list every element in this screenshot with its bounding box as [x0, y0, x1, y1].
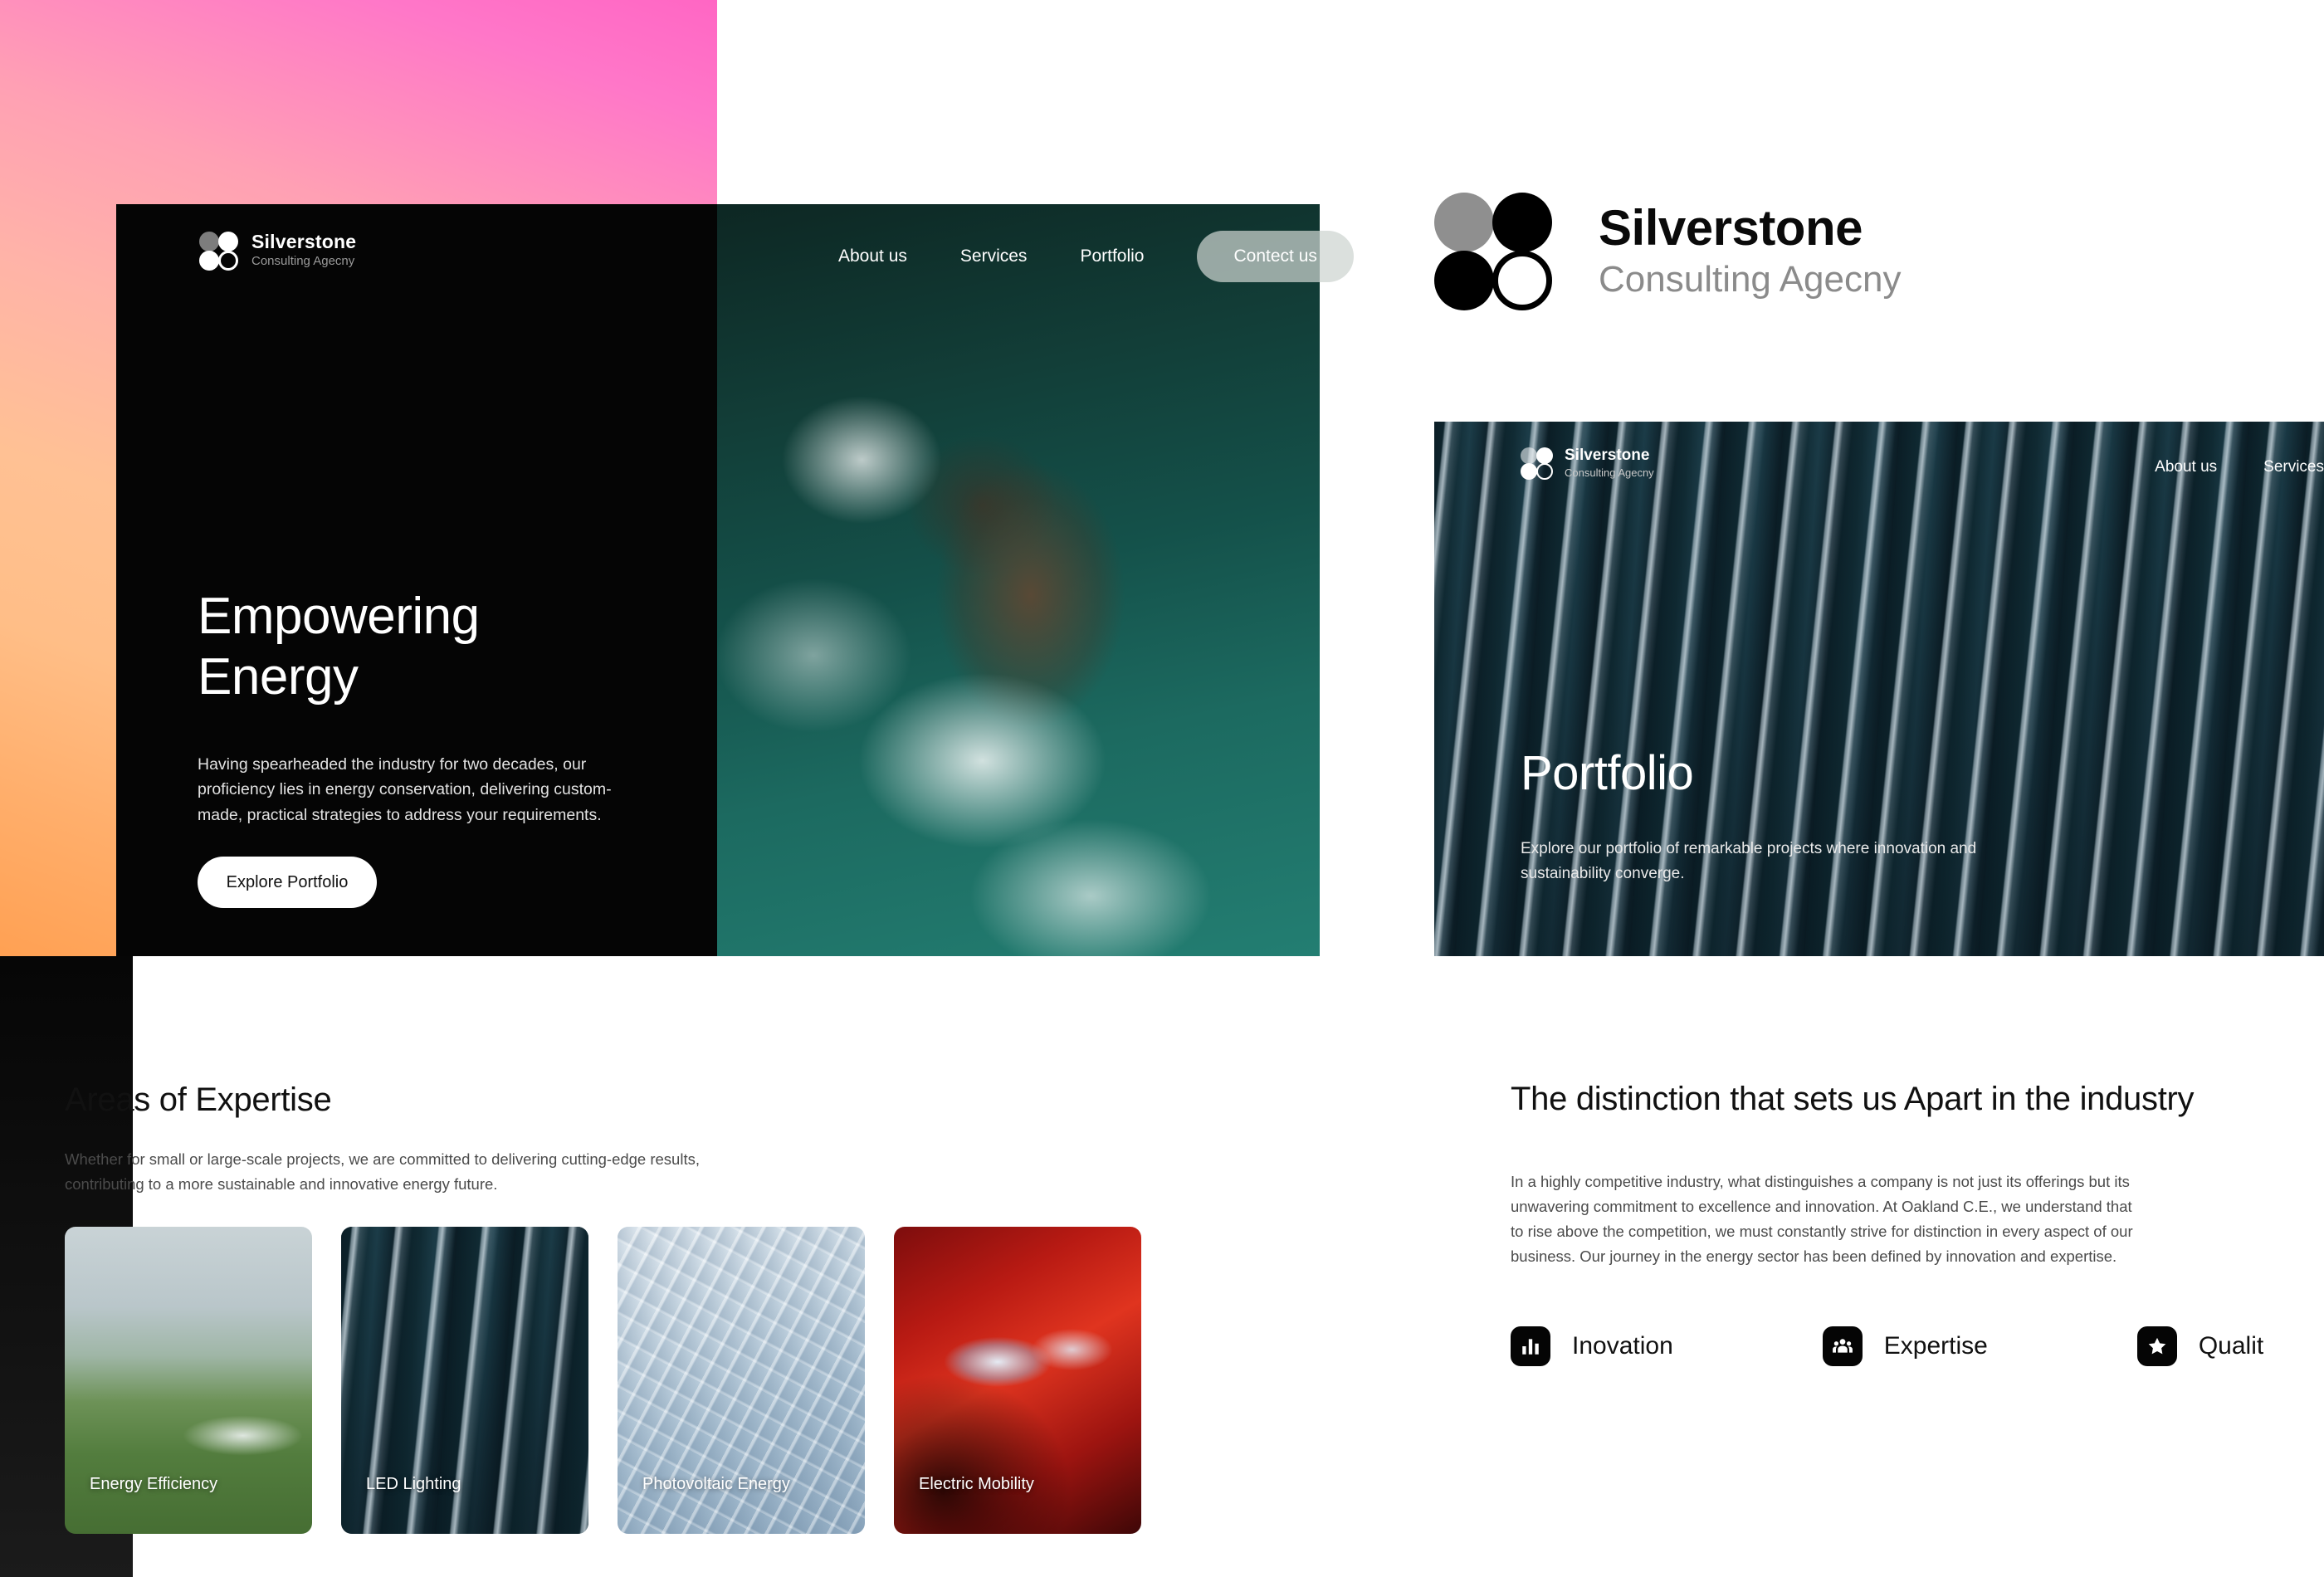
expertise-heading: Areas of Expertise — [65, 1081, 332, 1118]
expertise-paragraph: Whether for small or large-scale project… — [65, 1150, 700, 1193]
nav-item-portfolio[interactable]: Portfolio — [1080, 247, 1144, 266]
hero-brand-lockup[interactable]: Silverstone Consulting Agecny — [199, 231, 357, 271]
distinction-heading: The distinction that sets us Apart in th… — [1511, 1081, 2195, 1117]
star-icon — [2136, 1326, 2177, 1366]
portfolio-paragraph: Explore our portfolio of remarkable proj… — [1521, 840, 1977, 883]
portfolio-brand-lockup[interactable]: Silverstone Consulting Agecny — [1521, 447, 1654, 481]
hero-ocean-photo — [717, 204, 1320, 956]
people-group-icon — [1822, 1326, 1863, 1366]
nav-item-about-us[interactable]: About us — [2155, 458, 2217, 476]
hero-dark-panel: Silverstone Consulting Agecny — [116, 204, 717, 956]
portfolio-hero-panel: Silverstone Consulting Agecny About us S… — [1434, 422, 2324, 956]
feature-item[interactable]: Qualit — [2136, 1326, 2264, 1366]
feature-label: Inovation — [1572, 1332, 1673, 1360]
design-collage-canvas: Silverstone Consulting Agecny Empowering… — [0, 0, 2324, 1577]
nav-item-services[interactable]: Services — [960, 247, 1028, 266]
bar-chart-icon — [1511, 1326, 1550, 1366]
feature-label: Expertise — [1883, 1332, 1988, 1360]
expertise-card[interactable]: Electric Mobility — [894, 1227, 1141, 1534]
brand-name: Silverstone — [251, 231, 357, 252]
brand-tagline: Consulting Agecny — [1599, 259, 1902, 300]
expertise-card[interactable]: Photovoltaic Energy — [618, 1227, 865, 1534]
expertise-card[interactable]: LED Lighting — [341, 1227, 588, 1534]
portfolio-navigation[interactable]: About us Services — [2155, 458, 2324, 476]
brand-lockup-large: Silverstone Consulting Agecny — [1434, 193, 1901, 310]
nav-item-about-us[interactable]: About us — [838, 247, 907, 266]
expertise-card-list: Energy Efficiency LED Lighting Photovolt… — [65, 1227, 1141, 1534]
feature-item[interactable]: Inovation — [1511, 1326, 1673, 1366]
hero-title: Empowering Energy — [198, 588, 480, 706]
explore-portfolio-button[interactable]: Explore Portfolio — [198, 857, 377, 908]
nav-item-services[interactable]: Services — [2263, 458, 2324, 476]
brand-tagline: Consulting Agecny — [251, 254, 355, 269]
distinction-paragraph: In a highly competitive industry, what d… — [1511, 1173, 2133, 1265]
brand-name: Silverstone — [1565, 447, 1650, 464]
brand-tagline: Consulting Agecny — [1565, 466, 1654, 479]
expertise-card-label: Electric Mobility — [919, 1475, 1034, 1493]
contact-us-button[interactable]: Contect us — [1197, 231, 1354, 282]
ocean-waves-image — [717, 204, 1320, 956]
expertise-card-label: LED Lighting — [366, 1475, 461, 1493]
feature-label: Qualit — [2198, 1332, 2264, 1360]
portfolio-title: Portfolio — [1521, 746, 1694, 800]
distinction-panel: The distinction that sets us Apart in th… — [1434, 956, 2324, 1577]
distinction-feature-list: Inovation Expertise Qualit — [1511, 1326, 2263, 1366]
silverstone-logo-icon — [1434, 193, 1552, 310]
expertise-card[interactable]: Energy Efficiency — [65, 1227, 312, 1534]
brand-name: Silverstone — [1599, 199, 1863, 256]
hero-paragraph: Having spearheaded the industry for two … — [198, 755, 612, 824]
hero-navigation[interactable]: About us Services Portfolio Contect us — [838, 231, 1354, 282]
feature-item[interactable]: Expertise — [1822, 1326, 1988, 1366]
expertise-card-label: Photovoltaic Energy — [642, 1475, 790, 1493]
silverstone-logo-icon — [199, 232, 238, 271]
expertise-card-label: Energy Efficiency — [90, 1475, 218, 1493]
silverstone-logo-icon — [1521, 447, 1554, 481]
